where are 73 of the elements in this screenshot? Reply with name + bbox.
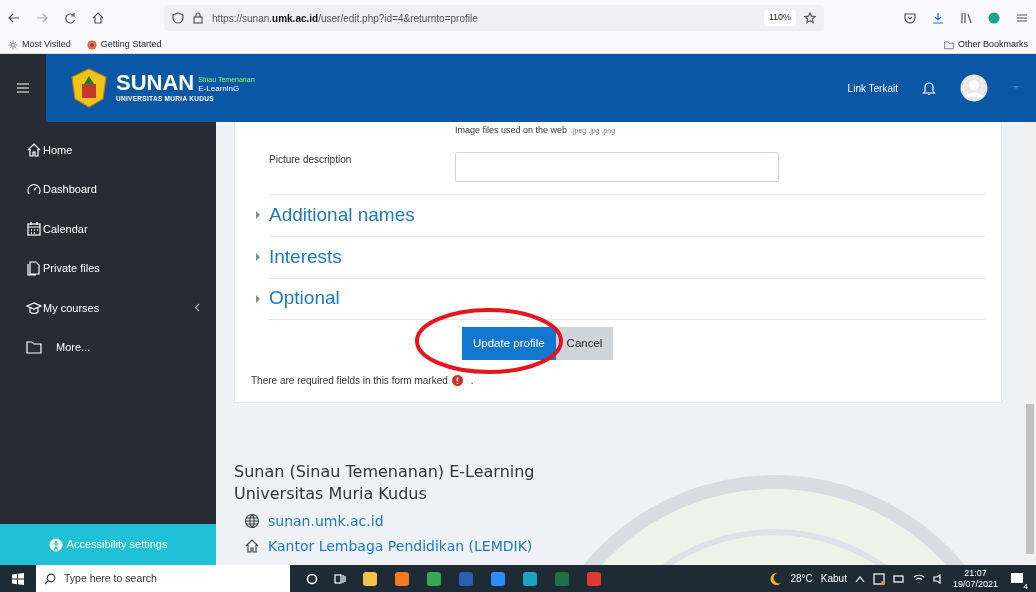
sidebar-item[interactable]: More...: [0, 327, 216, 367]
moon-icon[interactable]: [768, 571, 783, 586]
library-icon[interactable]: [960, 12, 972, 24]
logo-subtitle: E-LearninG: [198, 84, 241, 95]
download-icon[interactable]: [932, 12, 944, 24]
sidebar-item[interactable]: Calendar: [0, 209, 216, 249]
files-icon: [26, 260, 42, 277]
star-icon[interactable]: [804, 12, 816, 24]
calendar-icon: [26, 220, 42, 237]
taskbar-search-field[interactable]: Type here to search: [36, 565, 290, 592]
pocket-icon[interactable]: [904, 12, 916, 24]
windows-logo-icon: [12, 572, 24, 585]
notification-count: 4: [1021, 581, 1030, 592]
field-label: Picture description: [269, 152, 353, 167]
home-icon: [26, 141, 42, 158]
avatar-icon[interactable]: [960, 74, 988, 102]
tray-icon[interactable]: [872, 572, 885, 585]
gear-icon: [8, 39, 18, 50]
footer-title: Sunan (Sinau Temenanan) E-Learning: [234, 460, 536, 483]
accessibility-icon: [48, 537, 63, 552]
bookmark-link[interactable]: Most Visited: [8, 37, 71, 52]
home-icon[interactable]: [92, 12, 104, 24]
sidebar-item[interactable]: Home: [0, 130, 216, 170]
extension-icon[interactable]: [988, 12, 1000, 24]
required-icon: [451, 374, 463, 386]
notifications-button[interactable]: 4: [1006, 567, 1028, 590]
menu-button[interactable]: [0, 54, 46, 122]
crest-logo-icon: [70, 68, 108, 108]
notification-icon: [1010, 571, 1024, 586]
chevron-up-icon[interactable]: [854, 574, 865, 583]
address-bar[interactable]: https://sunan.umk.ac.id/user/edit.php?id=4&returnto=profile 110%: [164, 5, 824, 31]
description-field[interactable]: [455, 151, 779, 182]
footer-title: Universitas Muria Kudus: [234, 482, 428, 505]
hint-text: Image files used on the web: [455, 124, 568, 137]
clock-time[interactable]: 21:07: [964, 567, 987, 579]
sidebar-item[interactable]: Private files: [0, 248, 216, 288]
folder-icon: [26, 339, 42, 356]
section-toggle[interactable]: Optional: [269, 277, 985, 320]
clock-date[interactable]: 19/07/2021: [952, 578, 998, 590]
lock-icon: [192, 12, 204, 24]
back-icon[interactable]: [8, 12, 20, 24]
sidebar-item[interactable]: My courses: [0, 288, 216, 328]
required-note-end: .: [470, 373, 474, 388]
footer-link[interactable]: sunan.umk.ac.id: [244, 510, 1024, 532]
sidebar-item[interactable]: Dashboard: [0, 169, 216, 209]
bookmark-link[interactable]: Getting Started: [86, 37, 162, 52]
footer-link[interactable]: Kantor Lembaga Pendidikan (LEMDIK): [244, 535, 1024, 557]
menu-icon: [16, 82, 30, 94]
reload-icon[interactable]: [64, 12, 76, 24]
battery-icon[interactable]: [892, 573, 905, 584]
folder-icon: [943, 39, 954, 50]
navbar-link[interactable]: Link Terkait: [847, 80, 898, 96]
logo-title: SUNAN: [116, 72, 195, 95]
task-view-icon[interactable]: [334, 572, 346, 585]
update-button[interactable]: Update profile: [462, 326, 556, 360]
section-toggle[interactable]: Additional names: [269, 193, 985, 236]
required-note: There are required fields in this form marked: [251, 373, 448, 388]
home-icon: [244, 538, 260, 555]
browser-logo-icon: [86, 39, 97, 50]
page-scrollbar[interactable]: [1024, 122, 1036, 565]
weather-text: Kabut: [820, 572, 847, 586]
globe-icon: [244, 513, 260, 530]
temperature-text: 28°C: [790, 572, 813, 586]
shield-icon: [172, 12, 184, 24]
circle-icon[interactable]: [306, 572, 318, 585]
zoom-level[interactable]: 110%: [763, 10, 796, 26]
bell-icon[interactable]: [922, 80, 936, 96]
url-text: https://sunan.umk.ac.id/user/edit.php?id=4&returnto=profile: [212, 11, 478, 26]
section-toggle[interactable]: Interests: [269, 235, 985, 278]
search-icon: [44, 572, 56, 585]
bookmarks-folder[interactable]: Other Bookmarks: [943, 37, 1028, 52]
graduation-cap-icon: [26, 299, 42, 316]
cancel-button[interactable]: Cancel: [555, 326, 614, 360]
